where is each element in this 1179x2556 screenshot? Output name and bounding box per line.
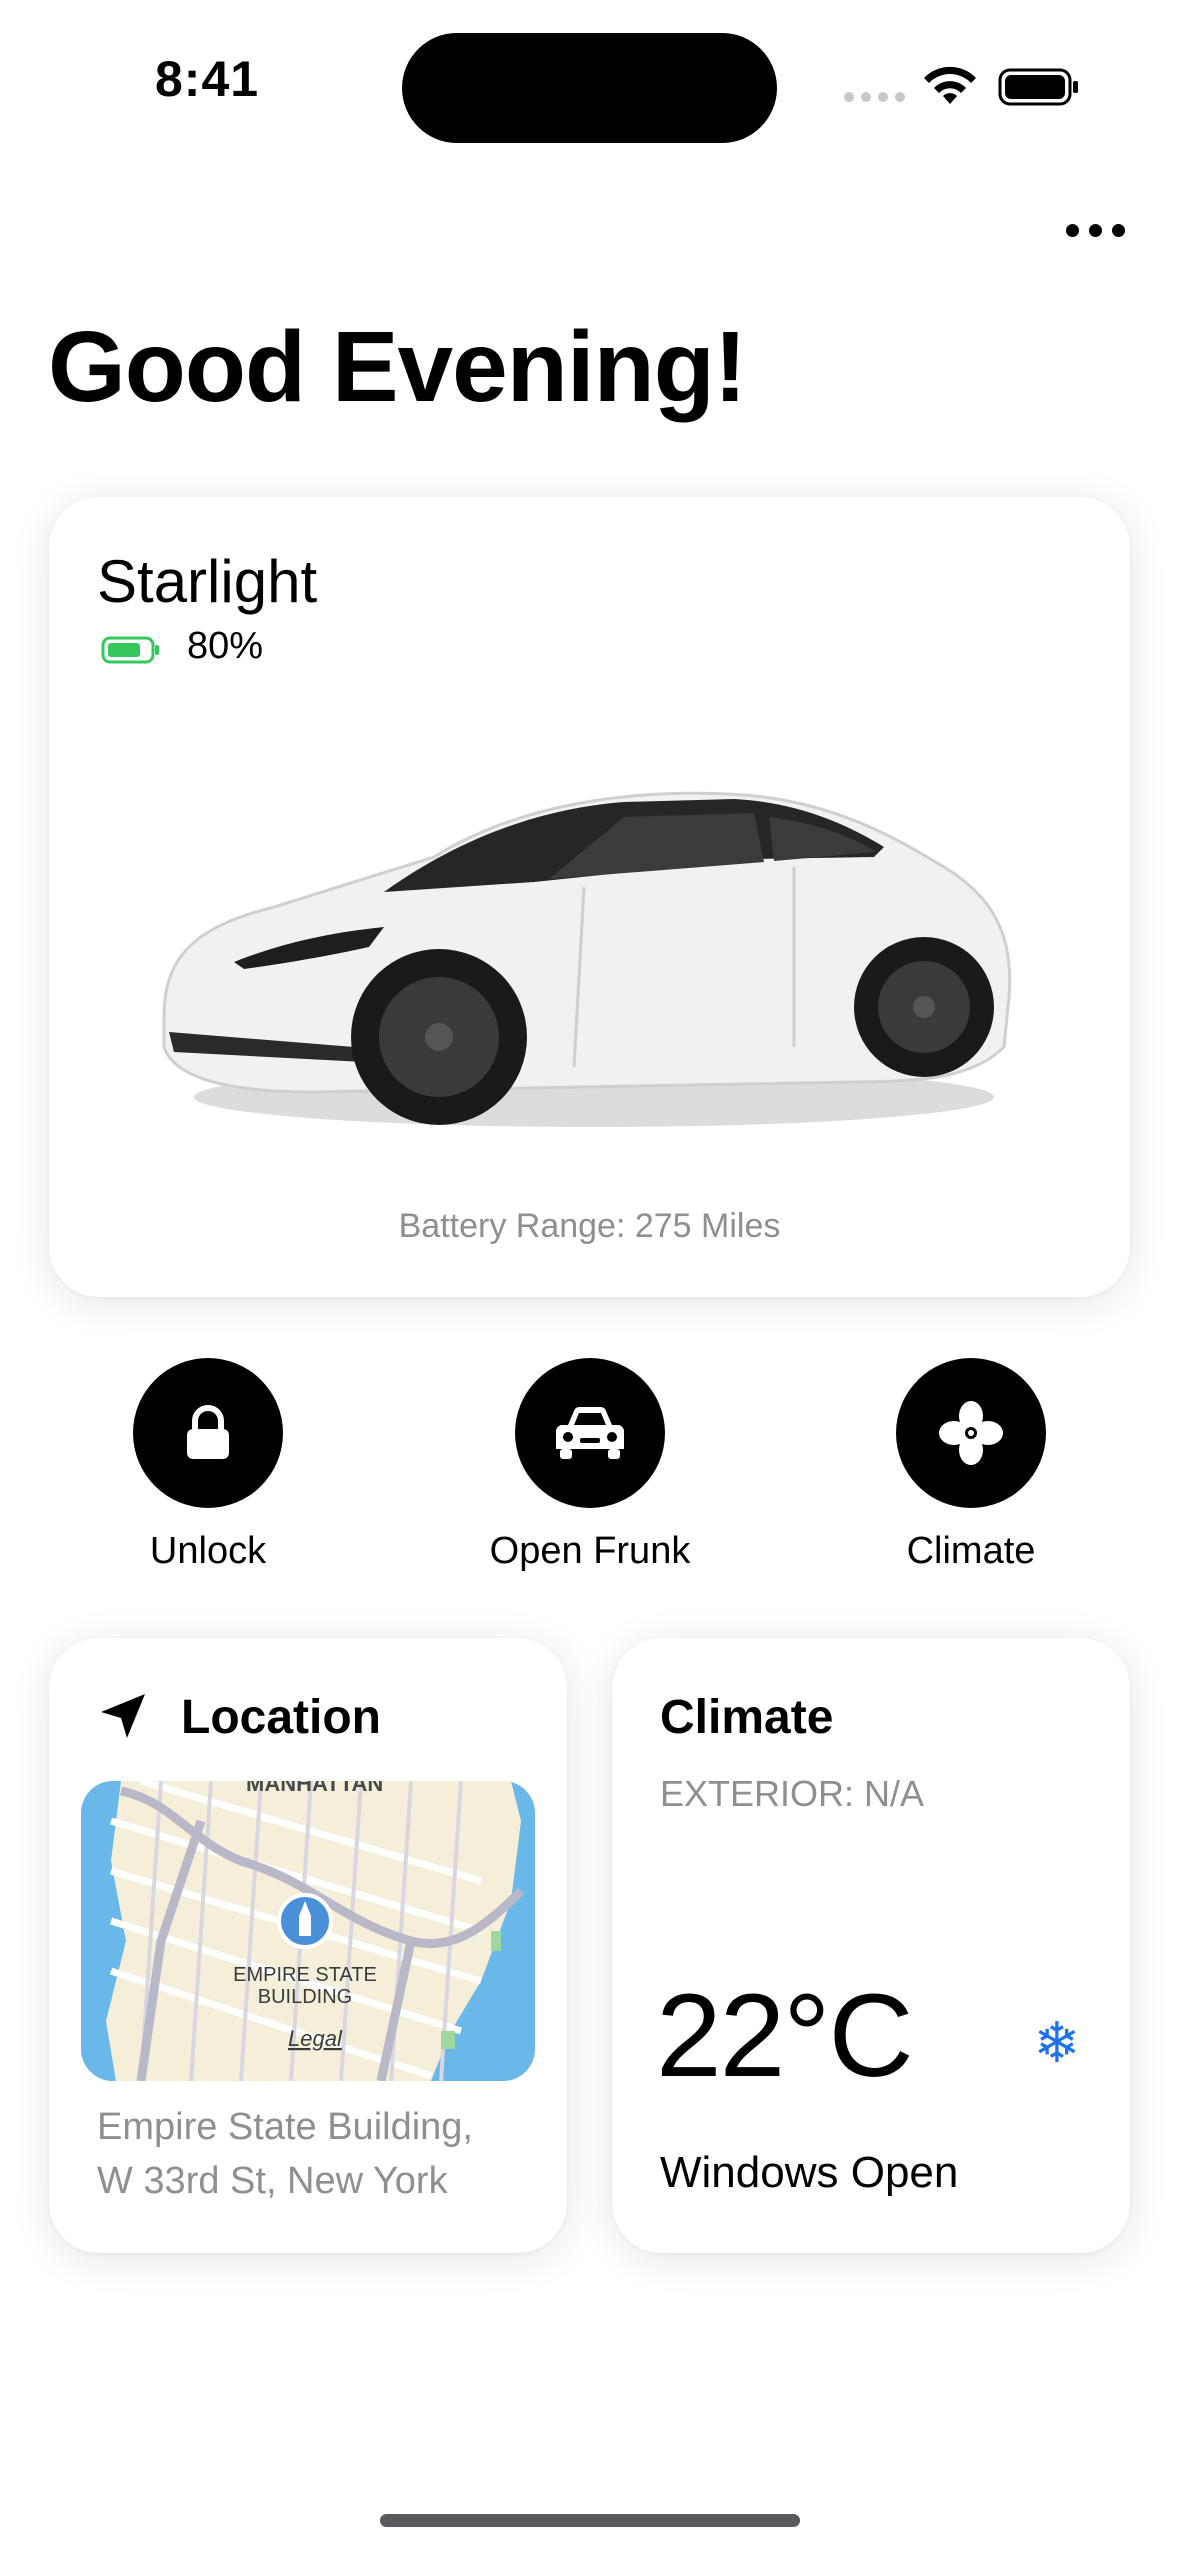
climate-label: Climate (906, 1530, 1036, 1572)
map-preview[interactable]: MANHATTAN EMPIRE STATE BUILDING Legal (81, 1781, 535, 2081)
battery-percentage: 80% (187, 625, 264, 667)
home-indicator[interactable] (380, 2514, 800, 2527)
battery-status-icon (998, 68, 1078, 106)
unlock-label: Unlock (149, 1530, 267, 1572)
cellular-signal-icon (844, 92, 905, 102)
battery-icon (101, 636, 159, 664)
battery-range: Battery Range: 275 Miles (398, 1207, 781, 1245)
vehicle-card[interactable]: Starlight 80% Battery Range: 275 Miles (49, 497, 1130, 1297)
windows-status: Windows Open (660, 2148, 959, 2197)
map-legal-link: Legal (288, 2026, 343, 2051)
open-frunk-button[interactable]: Open Frunk (445, 1358, 735, 1573)
climate-button[interactable]: Climate (826, 1358, 1116, 1573)
map-area-label: MANHATTAN (246, 1781, 383, 1796)
exterior-temperature: EXTERIOR: N/A (660, 1773, 925, 1814)
map-poi-label-2: BUILDING (258, 1986, 352, 2008)
interior-temperature: 22°C (656, 1970, 914, 2102)
page-title: Good Evening! (48, 311, 747, 423)
fan-icon (896, 1358, 1046, 1508)
vehicle-name: Starlight (97, 548, 318, 615)
climate-card[interactable]: Climate EXTERIOR: N/A 22°C ❄ Windows Ope… (612, 1638, 1130, 2253)
map-image: MANHATTAN EMPIRE STATE BUILDING Legal (81, 1781, 535, 2081)
snowflake-icon: ❄ (1033, 2011, 1081, 2074)
unlock-button[interactable]: Unlock (63, 1358, 353, 1573)
open-frunk-label: Open Frunk (489, 1530, 691, 1572)
wifi-icon (924, 66, 976, 104)
dynamic-island (402, 33, 777, 143)
map-poi-label-1: EMPIRE STATE (233, 1964, 377, 1986)
more-options-button[interactable] (1060, 210, 1130, 250)
address-line-1: Empire State Building, (97, 2106, 473, 2148)
climate-title: Climate (660, 1691, 834, 1744)
address-line-2: W 33rd St, New York (97, 2160, 448, 2202)
status-time: 8:41 (155, 51, 260, 107)
location-title: Location (181, 1691, 381, 1744)
car-icon (515, 1358, 665, 1508)
location-card[interactable]: Location MANHATTAN EMPIRE STATE BUILDING… (49, 1638, 567, 2253)
location-arrow-icon (101, 1694, 145, 1738)
lock-icon (133, 1358, 283, 1508)
vehicle-image (162, 791, 1012, 1127)
